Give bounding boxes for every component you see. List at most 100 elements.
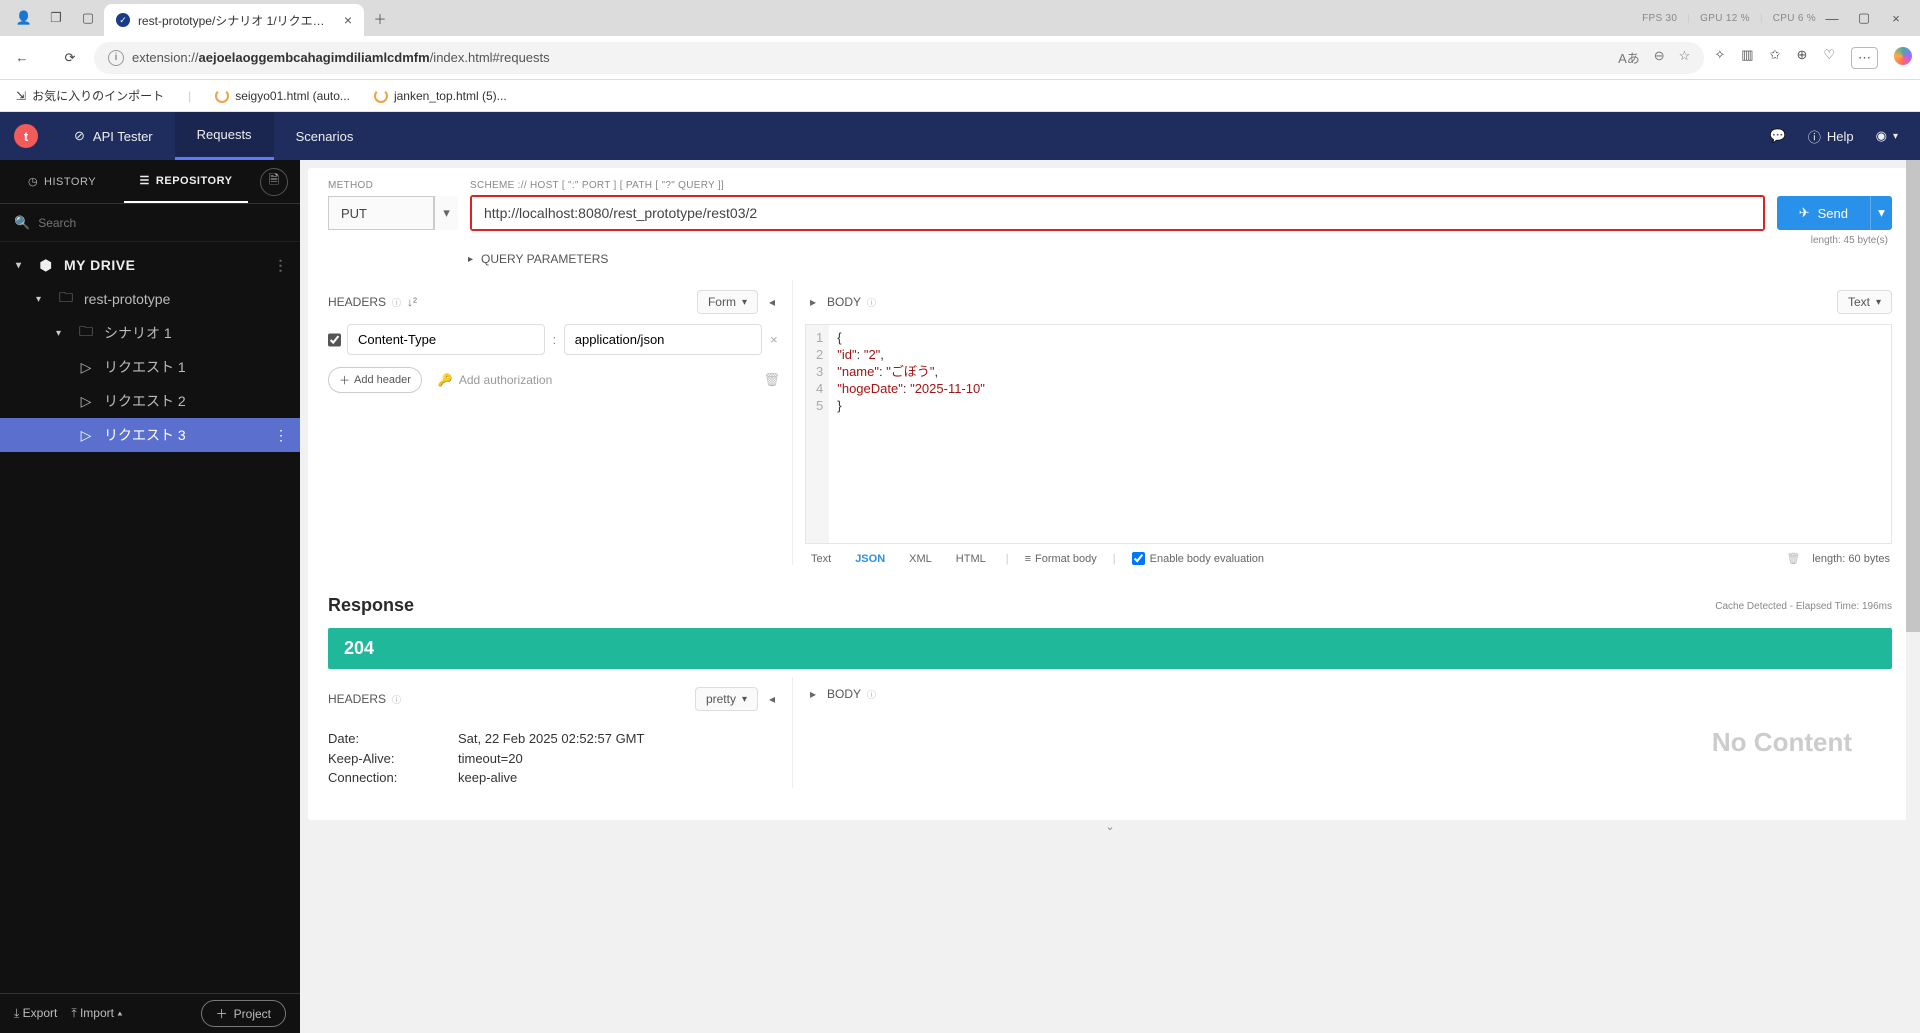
settings-more-icon[interactable]: ⋯	[1851, 47, 1878, 69]
send-button[interactable]: ✈Send	[1777, 196, 1870, 230]
url-field[interactable]: i extension://aejoelaoggembcahagimdiliam…	[94, 42, 1704, 74]
body-mode-html[interactable]: HTML	[952, 553, 990, 565]
body-code[interactable]: { "id": "2", "name": "ごぼう", "hogeDate": …	[829, 325, 993, 543]
method-select[interactable]: PUT	[328, 196, 434, 230]
collapse-right-icon[interactable]: ▸	[805, 295, 821, 309]
info-icon[interactable]: ⓘ	[867, 688, 876, 701]
add-authorization-link[interactable]: 🔑Add authorization	[438, 373, 552, 387]
send-dropdown-caret[interactable]: ▾	[1870, 196, 1892, 230]
sidebar-scenario[interactable]: ▾ 🗀 シナリオ 1	[0, 316, 300, 350]
body-mode-json[interactable]: JSON	[851, 553, 889, 565]
chevron-down-icon: ▾	[1893, 131, 1898, 142]
info-icon[interactable]: ⓘ	[392, 693, 401, 706]
sidebar-footer: ⤓ Export ⤒ Import ▴ ＋ Project	[0, 993, 300, 1033]
request-url-input[interactable]	[472, 197, 1763, 229]
chat-icon[interactable]: 💬	[1770, 128, 1786, 144]
copilot-icon[interactable]	[1894, 47, 1912, 65]
url-input-highlight	[470, 195, 1765, 231]
sidebar-my-drive[interactable]: ▾ ⬢ MY DRIVE ⋮	[0, 248, 300, 282]
profile-icon[interactable]: 👤	[14, 8, 34, 28]
collapse-left-icon[interactable]: ◂	[764, 295, 780, 309]
favorites-list-icon[interactable]: ✩	[1770, 47, 1781, 69]
header-enabled-checkbox[interactable]	[328, 332, 341, 348]
check-circle-icon: ⊘	[74, 128, 85, 144]
info-icon[interactable]: ⓘ	[867, 296, 876, 309]
row-menu-icon[interactable]: ⋮	[274, 427, 288, 444]
favorite-icon[interactable]: ☆	[1679, 48, 1691, 67]
nav-api-tester[interactable]: ⊘ API Tester	[52, 112, 175, 160]
health-icon[interactable]: ♡	[1823, 47, 1835, 69]
page-expand-caret[interactable]: ⌄	[308, 820, 1912, 834]
headers-view-dropdown[interactable]: Form ▾	[697, 290, 758, 314]
search-icon: 🔍	[14, 215, 30, 231]
sort-icon[interactable]: ↓²	[407, 295, 417, 309]
sidebar-request-2[interactable]: ▷ リクエスト 2	[0, 384, 300, 418]
nav-requests[interactable]: Requests	[175, 112, 274, 160]
window-close-icon[interactable]: ×	[1886, 8, 1906, 28]
format-body-button[interactable]: ≡Format body	[1025, 553, 1097, 565]
query-params-toggle[interactable]: ▸ QUERY PARAMETERS	[328, 246, 1892, 272]
user-circle-icon: ◉	[1876, 128, 1887, 144]
resp-headers-view-dropdown[interactable]: pretty ▾	[695, 687, 758, 711]
sidebar-add-button[interactable]: 🗎	[260, 168, 288, 196]
header-value-input[interactable]	[564, 324, 762, 355]
row-menu-icon[interactable]: ⋮	[274, 257, 289, 274]
nav-back-icon[interactable]: ←	[8, 44, 36, 72]
window-maximize-icon[interactable]: ▢	[1854, 8, 1874, 28]
nav-scenarios[interactable]: Scenarios	[274, 112, 376, 160]
help-link[interactable]: ⓘHelp	[1808, 127, 1854, 146]
headers-label: HEADERS	[328, 295, 386, 309]
add-header-button[interactable]: ＋ Add header	[328, 367, 422, 393]
tab-close-icon[interactable]: ×	[344, 12, 352, 28]
collections-icon[interactable]: ⊕	[1796, 47, 1807, 69]
new-tab-icon[interactable]: ＋	[370, 8, 390, 28]
nav-refresh-icon[interactable]: ⟳	[56, 44, 84, 72]
enable-eval-checkbox[interactable]: Enable body evaluation	[1132, 552, 1264, 565]
collapse-left-icon[interactable]: ◂	[764, 692, 780, 706]
resp-headers-label: HEADERS	[328, 692, 386, 706]
url-display: extension://aejoelaoggembcahagimdiliamlc…	[132, 50, 550, 65]
import-favorites[interactable]: ⇲ お気に入りのインポート	[16, 87, 164, 104]
trash-icon[interactable]: 🗑	[763, 372, 780, 388]
clock-icon: ◷	[28, 175, 38, 188]
key-icon: 🔑	[438, 373, 453, 387]
sidebar-tab-history[interactable]: ◷HISTORY	[0, 160, 124, 203]
sidebar-project[interactable]: ▾ 🗀 rest-prototype	[0, 282, 300, 316]
drive-icon: ⬢	[38, 257, 54, 274]
body-length-info: length: 60 bytes	[1812, 553, 1890, 565]
vertical-scrollbar[interactable]	[1906, 160, 1920, 1019]
body-editor[interactable]: 12345 { "id": "2", "name": "ごぼう", "hogeD…	[805, 324, 1892, 544]
method-dropdown-caret[interactable]: ▾	[434, 196, 458, 230]
export-button[interactable]: ⤓ Export	[14, 1006, 57, 1021]
header-name-input[interactable]	[347, 324, 545, 355]
loading-icon	[374, 89, 388, 103]
bookmark-item-1[interactable]: seigyo01.html (auto...	[215, 89, 350, 103]
translate-icon[interactable]: Aあ	[1618, 48, 1640, 67]
project-button[interactable]: ＋ Project	[201, 1000, 286, 1027]
body-view-dropdown[interactable]: Text ▾	[1837, 290, 1892, 314]
sidebar-tab-repository[interactable]: ☰REPOSITORY	[124, 160, 248, 203]
body-mode-text[interactable]: Text	[807, 553, 835, 565]
info-icon[interactable]: ⓘ	[392, 296, 401, 309]
app-logo[interactable]: t	[0, 124, 52, 148]
body-mode-xml[interactable]: XML	[905, 553, 936, 565]
response-status: 204	[328, 628, 1892, 669]
extensions-icon[interactable]: ✧	[1714, 47, 1725, 69]
sidebar-search[interactable]: 🔍	[0, 204, 300, 242]
zoom-icon[interactable]: ⊖	[1654, 48, 1665, 67]
sidebar-search-input[interactable]	[38, 216, 286, 230]
browser-tab[interactable]: ✓ rest-prototype/シナリオ 1/リクエスト ×	[104, 4, 364, 36]
trash-icon[interactable]: 🗑	[1786, 552, 1800, 565]
import-button[interactable]: ⤒ Import ▴	[71, 1006, 122, 1021]
workspaces-icon[interactable]: ❐	[46, 8, 66, 28]
site-info-icon[interactable]: i	[108, 50, 124, 66]
sidebar-request-3[interactable]: ▷ リクエスト 3 ⋮	[0, 418, 300, 452]
window-minimize-icon[interactable]: —	[1822, 8, 1842, 28]
collections-split-icon[interactable]: ▥	[1741, 47, 1753, 69]
collapse-right-icon[interactable]: ▸	[805, 687, 821, 701]
tab-overview-icon[interactable]: ▢	[78, 8, 98, 28]
sidebar-request-1[interactable]: ▷ リクエスト 1	[0, 350, 300, 384]
account-menu[interactable]: ◉▾	[1876, 128, 1898, 144]
delete-header-icon[interactable]: ×	[768, 332, 780, 347]
bookmark-item-2[interactable]: janken_top.html (5)...	[374, 89, 507, 103]
